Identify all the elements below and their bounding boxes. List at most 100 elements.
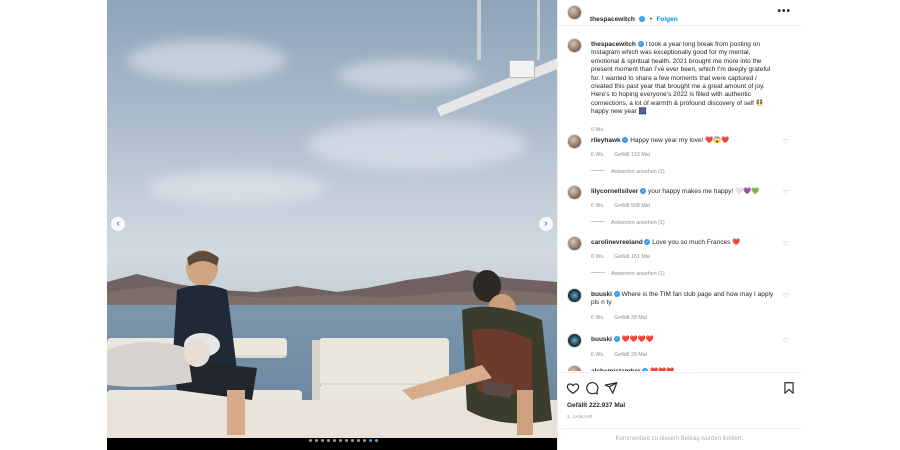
- comment-body: carolinevreeland ✓ Love you so much Fran…: [591, 239, 777, 247]
- comment-likes[interactable]: Gefällt 508 Mal: [614, 203, 650, 209]
- comment-item: alchemistamber ✓ ❤️❤️❤️: [567, 365, 793, 371]
- view-replies-label: Antworten ansehen (1): [611, 220, 665, 226]
- verified-icon: ✓: [613, 336, 620, 342]
- separator: •: [649, 16, 652, 23]
- comment-meta: 6 Wo. Gefällt 153 Mal: [591, 152, 658, 158]
- comment-body: rileyhawk ✓ Happy new year my love! ❤️😱❤…: [591, 137, 777, 145]
- people-right: [402, 270, 552, 435]
- comment-body: buuski ✓ Where is the TIM fan club page …: [591, 291, 777, 308]
- comment-text: your happy makes me happy! 🤍💜💚: [647, 188, 760, 195]
- comment-text: Love you so much Frances ❤️: [652, 239, 741, 246]
- cloud: [307, 120, 527, 170]
- mast: [477, 0, 481, 60]
- carousel-dot: [375, 439, 378, 442]
- comment-like-icon[interactable]: ♡: [783, 337, 789, 345]
- verified-icon: ✓: [622, 137, 629, 143]
- caption-body: thespacewitch ✓ I took a year long break…: [591, 41, 777, 117]
- comment-text: Happy new year my love! ❤️😱❤️: [630, 137, 730, 144]
- chevron-left-icon[interactable]: ‹: [111, 217, 125, 231]
- comment-time: 6 Wo.: [591, 254, 605, 260]
- carousel-dot: [357, 439, 360, 442]
- comment-meta: 6 Wo. Gefällt 161 Mal: [591, 254, 658, 260]
- avatar[interactable]: [567, 288, 582, 303]
- share-icon[interactable]: [604, 381, 618, 395]
- comment-likes[interactable]: Gefällt 153 Mal: [614, 152, 650, 158]
- avatar[interactable]: [567, 333, 582, 348]
- comment-item: buuski ✓ Where is the TIM fan club page …: [567, 288, 793, 328]
- follow-button[interactable]: Folgen: [656, 16, 677, 23]
- caption-text: I took a year long break from posting on…: [591, 41, 771, 116]
- view-replies-button[interactable]: Antworten ansehen (1): [591, 220, 665, 226]
- cloud: [127, 40, 287, 80]
- post-header: thespacewitch ✓ • Folgen •••: [558, 0, 801, 26]
- heart-icon[interactable]: [566, 381, 580, 395]
- comment-item: carolinevreeland ✓ Love you so much Fran…: [567, 236, 793, 286]
- username-link[interactable]: thespacewitch: [591, 41, 636, 48]
- avatar[interactable]: [567, 38, 582, 53]
- carousel-dot: [369, 439, 372, 442]
- username-link[interactable]: lilycornellsilver: [591, 188, 638, 195]
- comment-like-icon[interactable]: ♡: [783, 189, 789, 197]
- username-link[interactable]: buuski: [591, 336, 612, 343]
- more-options-icon[interactable]: •••: [777, 6, 791, 17]
- username-link[interactable]: rileyhawk: [591, 137, 621, 144]
- carousel-dot: [321, 439, 324, 442]
- comment-body: buuski ✓ ❤️❤️❤️❤️: [591, 336, 777, 344]
- comment-icon[interactable]: [585, 381, 599, 395]
- verified-icon: ✓: [613, 291, 620, 297]
- comment-body: lilycornellsilver ✓ your happy makes me …: [591, 188, 777, 196]
- carousel-indicator: [309, 439, 378, 442]
- comment-meta: 6 Wo. Gefällt 28 Mal: [591, 315, 655, 321]
- comment-like-icon[interactable]: ♡: [783, 138, 789, 146]
- carousel-dot: [309, 439, 312, 442]
- view-replies-label: Antworten ansehen (1): [611, 169, 665, 175]
- comments-list[interactable]: thespacewitch ✓ I took a year long break…: [558, 27, 801, 371]
- username-link[interactable]: thespacewitch: [590, 16, 635, 23]
- comment-likes[interactable]: Gefällt 161 Mal: [614, 254, 650, 260]
- username-link[interactable]: buuski: [591, 291, 612, 298]
- caption-time: 6 Wo.: [591, 127, 605, 133]
- comment-item: lilycornellsilver ✓ your happy makes me …: [567, 185, 793, 235]
- view-replies-button[interactable]: Antworten ansehen (1): [591, 169, 665, 175]
- avatar[interactable]: [567, 365, 582, 371]
- cloud: [337, 60, 477, 90]
- avatar[interactable]: [567, 5, 582, 20]
- replies-line: [591, 221, 605, 222]
- caption: thespacewitch ✓ I took a year long break…: [567, 38, 793, 133]
- username-link[interactable]: alchemistamber: [591, 368, 641, 371]
- carousel-dot: [339, 439, 342, 442]
- comment-text: ❤️❤️❤️❤️: [621, 336, 654, 343]
- avatar[interactable]: [567, 185, 582, 200]
- carousel-dot: [315, 439, 318, 442]
- replies-line: [591, 170, 605, 171]
- bookmark-icon[interactable]: [782, 381, 796, 395]
- chevron-right-icon[interactable]: ›: [539, 217, 553, 231]
- comment-likes[interactable]: Gefällt 28 Mal: [614, 315, 647, 321]
- mast: [537, 0, 540, 60]
- comment-text: ❤️❤️❤️: [650, 368, 674, 371]
- cloud: [147, 170, 327, 205]
- verified-icon: ✓: [642, 368, 649, 371]
- comment-likes[interactable]: Gefällt 29 Mal: [614, 352, 647, 358]
- post-photo[interactable]: ‹ ›: [107, 0, 557, 438]
- avatar[interactable]: [567, 134, 582, 149]
- comment-item: rileyhawk ✓ Happy new year my love! ❤️😱❤…: [567, 134, 793, 184]
- verified-icon: ✓: [640, 188, 647, 194]
- view-replies-button[interactable]: Antworten ansehen (1): [591, 271, 665, 277]
- username-link[interactable]: carolinevreeland: [591, 239, 643, 246]
- comment-like-icon[interactable]: ♡: [783, 240, 789, 248]
- header-user: thespacewitch ✓ • Folgen: [590, 8, 678, 26]
- post-date[interactable]: 2. JANUAR: [567, 414, 593, 419]
- comment-meta: 6 Wo. Gefällt 29 Mal: [591, 352, 655, 358]
- carousel-dot: [327, 439, 330, 442]
- post-details-panel: thespacewitch ✓ • Folgen ••• thespacewit…: [557, 0, 801, 450]
- likes-count[interactable]: Gefällt 222.937 Mal: [567, 402, 625, 409]
- comments-limited-notice: Kommentare zu diesem Beitrag wurden limi…: [558, 428, 801, 450]
- carousel-dot: [345, 439, 348, 442]
- comment-like-icon[interactable]: ♡: [783, 292, 789, 300]
- comment-meta: 6 Wo. Gefällt 508 Mal: [591, 203, 658, 209]
- view-replies-label: Antworten ansehen (1): [611, 271, 665, 277]
- comment-item: buuski ✓ ❤️❤️❤️❤️ ♡ 6 Wo. Gefällt 29 Mal: [567, 333, 793, 363]
- avatar[interactable]: [567, 236, 582, 251]
- people-left: [107, 250, 257, 435]
